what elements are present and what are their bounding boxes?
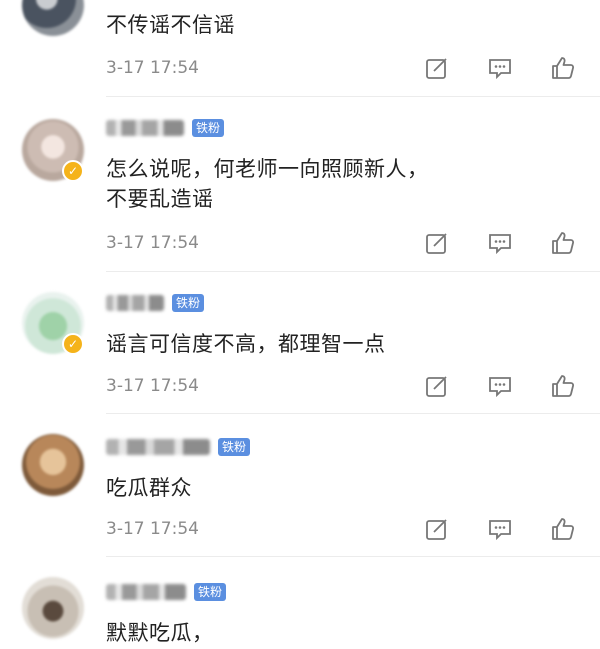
like-icon[interactable] xyxy=(550,230,576,256)
comment-text: 谣言可信度不高，都理智一点 xyxy=(106,332,386,356)
avatar[interactable] xyxy=(22,577,84,639)
comment-item: 铁粉 吃瓜群众 3-17 17:54 xyxy=(0,414,600,556)
comment-time: 3-17 17:54 xyxy=(106,376,199,396)
username[interactable] xyxy=(106,439,210,455)
comment-item: ✓ 铁粉 怎么说呢，何老师一向照顾新人， 不要乱造谣 3-17 17:54 xyxy=(0,97,600,271)
username-row: 铁粉 xyxy=(106,436,251,458)
fan-badge: 铁粉 xyxy=(218,438,251,456)
username-row: 铁粉 xyxy=(106,292,205,314)
comment-icon[interactable] xyxy=(487,55,513,81)
comment-time: 3-17 17:54 xyxy=(106,519,199,539)
username[interactable] xyxy=(106,584,186,600)
avatar[interactable] xyxy=(22,434,84,496)
comment-text: 默默吃瓜， xyxy=(106,621,214,645)
comment-icon[interactable] xyxy=(487,373,513,399)
verified-badge-icon: ✓ xyxy=(62,160,84,182)
fan-badge: 铁粉 xyxy=(172,294,205,312)
verified-badge-icon: ✓ xyxy=(62,333,84,355)
edit-icon[interactable] xyxy=(424,230,450,256)
comment-text: 怎么说呢，何老师一向照顾新人， 不要乱造谣 xyxy=(106,157,429,211)
edit-icon[interactable] xyxy=(424,373,450,399)
comment-text: 吃瓜群众 xyxy=(106,476,192,500)
comment-item: 铁粉 默默吃瓜， xyxy=(0,557,600,649)
username[interactable] xyxy=(106,295,164,311)
fan-badge: 铁粉 xyxy=(192,119,225,137)
comment-item: 不传谣不信谣 3-17 17:54 xyxy=(0,0,600,96)
edit-icon[interactable] xyxy=(424,55,450,81)
username-row: 铁粉 xyxy=(106,581,227,603)
comment-text: 不传谣不信谣 xyxy=(106,13,235,37)
comment-item: ✓ 铁粉 谣言可信度不高，都理智一点 3-17 17:54 xyxy=(0,272,600,413)
fan-badge: 铁粉 xyxy=(194,583,227,601)
comment-time: 3-17 17:54 xyxy=(106,58,199,78)
like-icon[interactable] xyxy=(550,516,576,542)
comment-icon[interactable] xyxy=(487,516,513,542)
comment-time: 3-17 17:54 xyxy=(106,233,199,253)
username-row: 铁粉 xyxy=(106,117,225,139)
like-icon[interactable] xyxy=(550,373,576,399)
avatar[interactable] xyxy=(22,0,84,36)
username[interactable] xyxy=(106,120,184,136)
comment-icon[interactable] xyxy=(487,230,513,256)
like-icon[interactable] xyxy=(550,55,576,81)
edit-icon[interactable] xyxy=(424,516,450,542)
